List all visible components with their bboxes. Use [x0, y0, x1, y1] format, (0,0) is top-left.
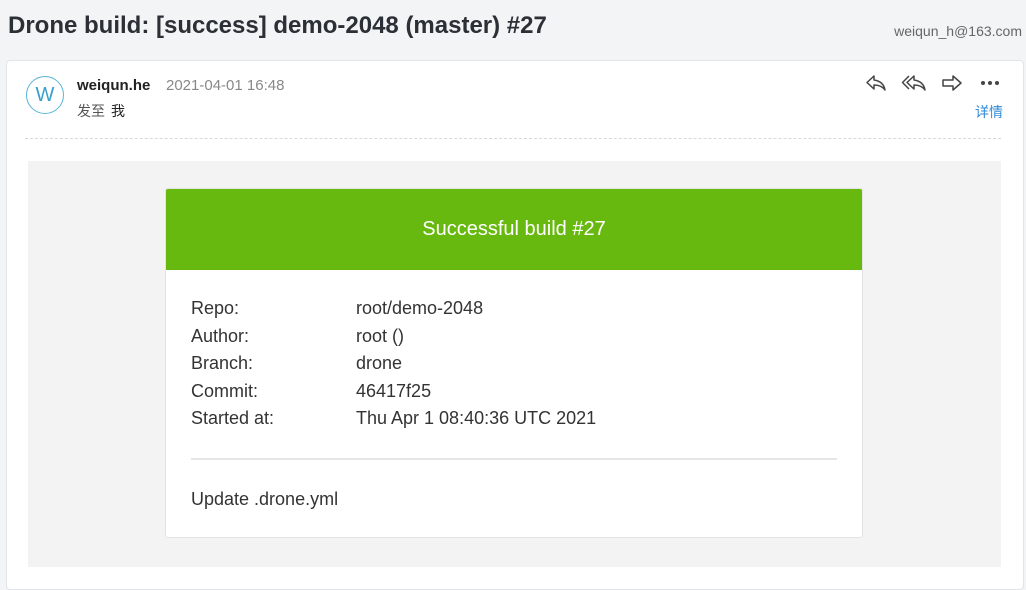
- build-card: Successful build #27 Repo: root/demo-204…: [165, 188, 863, 538]
- mail-subject: Drone build: [success] demo-2048 (master…: [8, 12, 547, 39]
- recipient-name[interactable]: 我: [111, 103, 125, 119]
- header-divider: [25, 138, 1001, 139]
- mail-actions: [861, 71, 1005, 95]
- info-value: root/demo-2048: [356, 298, 484, 319]
- info-label: Repo:: [191, 298, 240, 319]
- info-label: Branch:: [191, 353, 254, 374]
- sender-name[interactable]: weiqun.he: [77, 77, 150, 94]
- info-row-repo: Repo: root/demo-2048: [191, 295, 596, 323]
- more-icon: [981, 81, 999, 85]
- info-value: Thu Apr 1 08:40:36 UTC 2021: [356, 408, 597, 429]
- forward-icon: [942, 75, 962, 91]
- recipient-prefix: 发至: [77, 103, 105, 119]
- reply-all-button[interactable]: [899, 71, 929, 95]
- mail-card: W weiqun.he 2021-04-01 16:48 发至我 详情 Succ…: [6, 60, 1024, 590]
- build-info-table: Repo: root/demo-2048 Author: root () Bra…: [191, 295, 596, 433]
- info-row-started-at: Started at: Thu Apr 1 08:40:36 UTC 2021: [191, 405, 596, 433]
- commit-message: Update .drone.yml: [191, 489, 339, 509]
- info-value: root (): [356, 325, 405, 346]
- avatar[interactable]: W: [26, 76, 64, 114]
- reply-button[interactable]: [861, 71, 891, 95]
- reply-all-icon: [901, 75, 926, 91]
- info-value: 46417f25: [356, 380, 432, 401]
- info-label: Commit:: [191, 380, 258, 401]
- sent-time: 2021-04-01 16:48: [166, 77, 285, 94]
- info-row-author: Author: root (): [191, 323, 596, 351]
- more-button[interactable]: [975, 71, 1005, 95]
- build-status-header: Successful build #27: [166, 189, 862, 270]
- info-row-branch: Branch: drone: [191, 350, 596, 378]
- recipient-line: 发至我: [77, 101, 125, 121]
- info-row-commit: Commit: 46417f25: [191, 378, 596, 406]
- info-value: drone: [356, 353, 403, 374]
- forward-button[interactable]: [937, 71, 967, 95]
- card-divider: [191, 458, 837, 460]
- details-link[interactable]: 详情: [975, 102, 1003, 122]
- mail-content: Successful build #27 Repo: root/demo-204…: [28, 161, 1001, 567]
- info-label: Author:: [191, 325, 250, 346]
- info-label: Started at:: [191, 408, 275, 429]
- account-email[interactable]: weiqun_h@163.com: [894, 23, 1022, 39]
- reply-icon: [866, 75, 886, 91]
